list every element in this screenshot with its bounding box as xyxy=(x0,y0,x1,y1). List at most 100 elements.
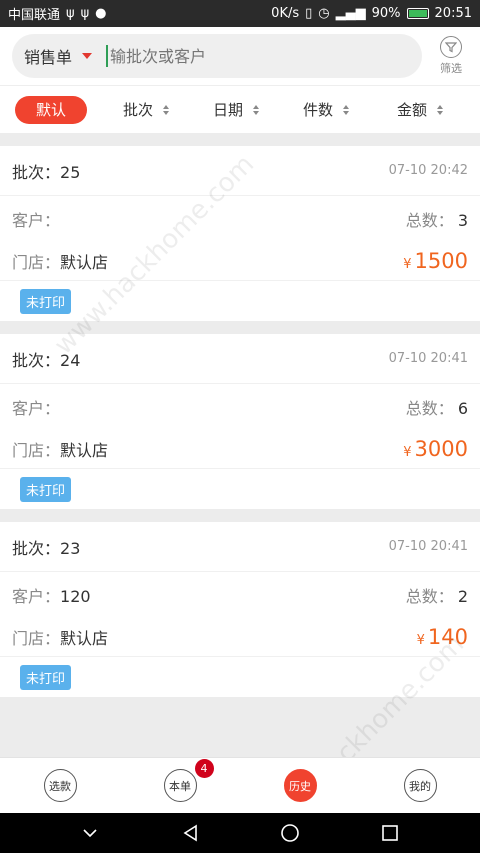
batch-label: 批次： xyxy=(12,162,61,182)
customer-label: 客户： xyxy=(12,210,61,230)
order-amount: ¥3000 xyxy=(403,437,468,461)
total-value: 2 xyxy=(457,586,468,606)
tab-current-order-label: 本单 xyxy=(169,779,191,793)
currency-symbol: ¥ xyxy=(403,444,412,460)
sort-arrows-icon xyxy=(253,104,260,115)
store-label: 门店： xyxy=(12,440,61,460)
order-time: 07-10 20:41 xyxy=(388,351,468,366)
order-batch-row: 批次：24 07-10 20:41 xyxy=(0,334,480,384)
sort-date-label: 日期 xyxy=(213,101,244,119)
usb-icon: ψ xyxy=(66,6,75,21)
order-status-row: 未打印 xyxy=(0,657,480,697)
print-status-badge: 未打印 xyxy=(20,288,72,314)
sort-date-button[interactable]: 日期 xyxy=(213,99,260,120)
total-label: 总数： xyxy=(405,586,454,606)
order-time: 07-10 20:41 xyxy=(388,539,468,554)
battery-percent: 90% xyxy=(371,6,401,21)
store-value: 默认店 xyxy=(60,252,109,272)
amount-value: 140 xyxy=(427,624,468,649)
sort-batch-label: 批次 xyxy=(123,101,154,119)
bottom-tab-bar: 选款 本单 4 历史 我的 xyxy=(0,757,480,813)
amount-value: 1500 xyxy=(414,248,468,273)
store-label: 门店： xyxy=(12,252,61,272)
battery-icon xyxy=(406,8,429,19)
batch-number: 23 xyxy=(60,538,81,558)
tab-current-order[interactable]: 本单 4 xyxy=(163,759,214,802)
store-value: 默认店 xyxy=(60,440,109,460)
order-store-row: 门店：默认店 ¥140 xyxy=(0,617,480,657)
amount-value: 3000 xyxy=(414,436,468,461)
customer-label: 客户： xyxy=(12,398,61,418)
order-customer-row: 客户： 总数： 3 xyxy=(0,196,480,241)
home-icon[interactable] xyxy=(278,821,302,845)
carrier-label: 中国联通 xyxy=(8,8,61,23)
sort-default-button[interactable]: 默认 xyxy=(15,95,87,124)
recents-icon[interactable] xyxy=(378,821,402,845)
order-card[interactable]: 批次：25 07-10 20:42 客户： 总数： 3 门店：默认店 ¥1500 … xyxy=(0,146,480,321)
sort-amount-button[interactable]: 金额 xyxy=(397,99,444,120)
total-value: 6 xyxy=(457,398,468,418)
batch-label: 批次： xyxy=(12,350,61,370)
dropdown-caret-icon xyxy=(82,53,93,59)
vibrate-icon: ▯ xyxy=(305,6,313,21)
doc-type-selector[interactable]: 销售单 xyxy=(24,44,93,68)
total-label: 总数： xyxy=(405,398,454,418)
store-label: 门店： xyxy=(12,628,61,648)
sort-bar: 默认 批次 日期 件数 金额 xyxy=(0,85,480,133)
currency-symbol: ¥ xyxy=(403,256,412,272)
order-amount: ¥140 xyxy=(417,625,468,649)
filter-button[interactable]: 筛选 xyxy=(436,36,466,76)
customer-value: 120 xyxy=(60,586,91,606)
store-value: 默认店 xyxy=(60,628,109,648)
order-time: 07-10 20:42 xyxy=(388,163,468,178)
filter-label: 筛选 xyxy=(440,62,462,75)
order-customer-row: 客户： 总数： 6 xyxy=(0,384,480,429)
status-bar: 中国联通 ψ ψ ● 0K/s ▯ ◷ ▂▄▆ 90% 20:51 xyxy=(0,0,480,27)
search-input[interactable] xyxy=(110,46,361,66)
order-amount: ¥1500 xyxy=(403,249,468,273)
batch-number: 24 xyxy=(60,350,81,370)
alarm-icon: ◷ xyxy=(318,6,330,21)
text-cursor xyxy=(106,45,109,67)
customer-label: 客户： xyxy=(12,586,61,606)
chat-icon: ● xyxy=(95,6,107,21)
order-store-row: 门店：默认店 ¥1500 xyxy=(0,241,480,281)
collapse-icon[interactable] xyxy=(78,821,102,845)
sort-arrows-icon xyxy=(163,104,170,115)
clock: 20:51 xyxy=(434,6,472,21)
tab-select-style[interactable]: 选款 xyxy=(43,769,77,802)
order-card[interactable]: 批次：23 07-10 20:41 客户：120 总数： 2 门店：默认店 ¥14… xyxy=(0,522,480,697)
sort-arrows-icon xyxy=(437,104,444,115)
doc-type-label: 销售单 xyxy=(24,48,73,67)
back-icon[interactable] xyxy=(178,821,202,845)
order-list: 批次：25 07-10 20:42 客户： 总数： 3 门店：默认店 ¥1500 … xyxy=(0,146,480,710)
sort-arrows-icon xyxy=(343,104,350,115)
tab-history[interactable]: 历史 xyxy=(283,769,317,802)
sort-amount-label: 金额 xyxy=(397,101,428,119)
search-box: 销售单 xyxy=(12,34,422,78)
print-status-badge: 未打印 xyxy=(20,664,72,690)
batch-label: 批次： xyxy=(12,538,61,558)
usb-debug-icon: ψ xyxy=(80,6,90,21)
search-bar: 销售单 筛选 xyxy=(0,27,480,85)
order-customer-row: 客户：120 总数： 2 xyxy=(0,572,480,617)
signal-icon: ▂▄▆ xyxy=(335,6,366,21)
tab-mine[interactable]: 我的 xyxy=(403,769,437,802)
batch-number: 25 xyxy=(60,162,81,182)
filter-icon xyxy=(440,36,462,58)
print-status-badge: 未打印 xyxy=(20,476,72,502)
order-batch-row: 批次：25 07-10 20:42 xyxy=(0,146,480,196)
order-store-row: 门店：默认店 ¥3000 xyxy=(0,429,480,469)
sort-quantity-button[interactable]: 件数 xyxy=(303,99,350,120)
order-card[interactable]: 批次：24 07-10 20:41 客户： 总数： 6 门店：默认店 ¥3000 … xyxy=(0,334,480,509)
order-status-row: 未打印 xyxy=(0,281,480,321)
order-status-row: 未打印 xyxy=(0,469,480,509)
order-batch-row: 批次：23 07-10 20:41 xyxy=(0,522,480,572)
total-label: 总数： xyxy=(405,210,454,230)
cart-count-badge: 4 xyxy=(194,759,214,778)
network-speed: 0K/s xyxy=(271,6,300,21)
system-nav-bar xyxy=(0,813,480,853)
sort-quantity-label: 件数 xyxy=(303,101,334,119)
sort-batch-button[interactable]: 批次 xyxy=(123,99,170,120)
total-value: 3 xyxy=(457,210,468,230)
